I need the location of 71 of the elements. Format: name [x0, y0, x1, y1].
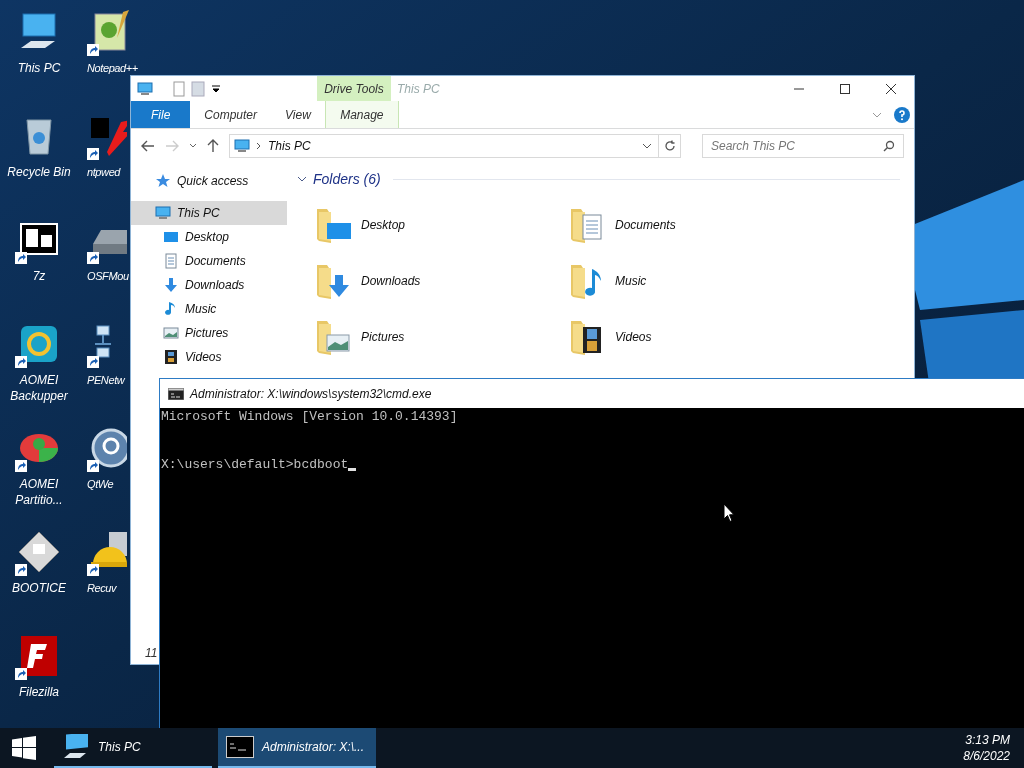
folder-item[interactable]: Pictures	[315, 309, 569, 365]
windows-logo-icon	[12, 736, 36, 760]
chevron-right-icon	[256, 142, 262, 150]
context-group-label: Drive Tools	[317, 76, 391, 101]
section-header[interactable]: Folders (6)	[313, 168, 381, 190]
address-text: This PC	[268, 138, 311, 155]
up-arrow-icon[interactable]	[207, 139, 219, 153]
nav-item[interactable]: Pictures	[131, 321, 287, 345]
folder-item[interactable]: Documents	[569, 197, 823, 253]
status-text: 11	[145, 645, 158, 662]
desktop-icon-label[interactable]: This PC	[1, 60, 77, 76]
ribbon-tab[interactable]: View	[271, 101, 325, 128]
desktop-icon-label[interactable]: OSFMou	[87, 268, 129, 284]
clock-time[interactable]: 3:13 PM	[965, 732, 1010, 748]
document-icon	[163, 253, 179, 269]
back-arrow-icon[interactable]	[141, 140, 155, 152]
nav-item[interactable]: This PC	[131, 201, 287, 225]
window-title: Administrator: X:\windows\system32\cmd.exe	[190, 385, 432, 403]
star-icon	[155, 173, 171, 189]
search-icon	[883, 140, 895, 152]
chevron-down-icon[interactable]	[642, 142, 652, 150]
picture-icon	[163, 325, 179, 341]
taskbar-item[interactable]: This PC	[54, 728, 212, 768]
nav-item[interactable]: Videos	[131, 345, 287, 369]
download-icon	[163, 277, 179, 293]
monitor-icon	[62, 734, 90, 760]
desktop-icon-label[interactable]: Recycle Bin	[1, 164, 77, 180]
folder-item[interactable]: Music	[569, 253, 823, 309]
clock-date[interactable]: 8/6/2022	[963, 748, 1010, 764]
caret-icon[interactable]	[211, 83, 221, 94]
folder-item[interactable]: Downloads	[315, 253, 569, 309]
desktop-icon-label[interactable]: BOOTICE	[1, 580, 77, 596]
nav-item[interactable]: Downloads	[131, 273, 287, 297]
monitor-icon	[234, 138, 250, 154]
desktop-icon-label[interactable]: Filezilla	[1, 684, 77, 700]
maximize-icon	[840, 83, 850, 94]
desktop-icon-label[interactable]: ntpwed	[87, 164, 121, 180]
desktop-icon-label[interactable]: AOMEI Partitio...	[1, 476, 77, 508]
search-field[interactable]: Search This PC	[702, 134, 904, 158]
close-icon	[886, 83, 896, 94]
monitor-icon	[155, 205, 171, 221]
ribbon-tab[interactable]: Manage	[324, 101, 399, 128]
console-icon	[226, 736, 254, 758]
monitor-icon	[137, 80, 153, 97]
desktop-icon	[163, 229, 179, 245]
desktop-icon-label[interactable]: Notepad++	[87, 60, 138, 76]
desktop-icon-label[interactable]: QtWe	[87, 476, 114, 492]
desktop-icon-label[interactable]: Recuv	[87, 580, 117, 596]
nav-item[interactable]: Documents	[131, 249, 287, 273]
mouse-pointer-icon	[723, 503, 735, 523]
nav-item[interactable]: Music	[131, 297, 287, 321]
chevron-down-icon[interactable]	[297, 175, 307, 183]
folder-item[interactable]: Desktop	[315, 197, 569, 253]
folder-item[interactable]: Videos	[569, 309, 823, 365]
chevron-down-icon[interactable]	[189, 143, 197, 149]
window-title: This PC	[397, 80, 440, 98]
console-line: Microsoft Windows [Version 10.0.14393]	[161, 409, 458, 425]
console-line: X:\users\default>bcdboot	[161, 457, 349, 473]
console-icon	[168, 387, 184, 400]
refresh-icon[interactable]	[663, 140, 676, 152]
ribbon-tab[interactable]: Computer	[190, 101, 272, 128]
address-bar[interactable]: This PC	[229, 134, 681, 158]
desktop-icon-label[interactable]: AOMEI Backupper	[1, 372, 77, 404]
desktop-icon-label[interactable]: PENetw	[87, 372, 125, 388]
film-icon	[163, 349, 179, 365]
help-icon[interactable]	[894, 106, 910, 123]
taskbar-item[interactable]: Administrator: X:\...	[218, 728, 376, 768]
ribbon-tab[interactable]: File	[131, 101, 191, 128]
nav-item[interactable]: Quick access	[131, 169, 287, 193]
nav-item[interactable]: Desktop	[131, 225, 287, 249]
desktop-icon-label[interactable]: 7z	[1, 268, 77, 284]
